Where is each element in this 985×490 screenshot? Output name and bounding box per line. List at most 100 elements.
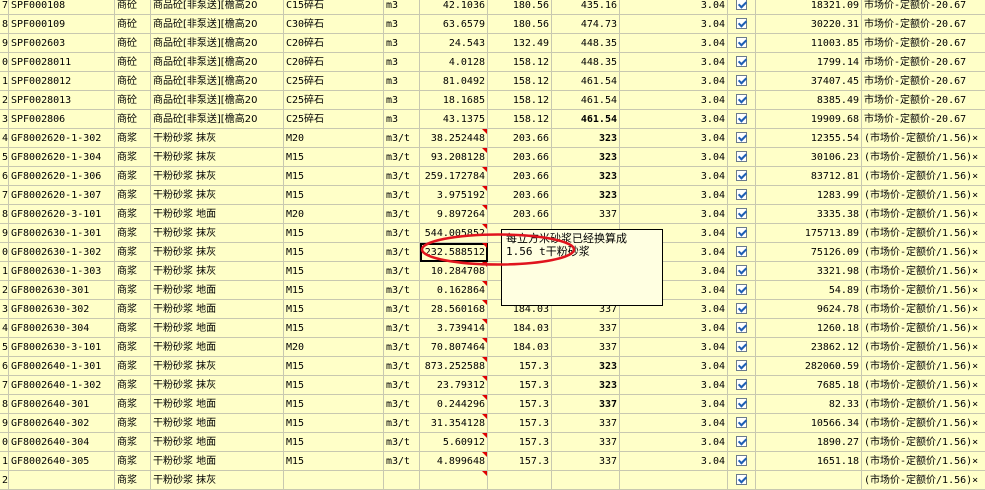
spec-cell[interactable]: C25碎石 <box>284 110 384 129</box>
quantity-cell[interactable]: 232.588512 <box>420 243 488 262</box>
base-price-cell[interactable] <box>488 471 552 490</box>
table-row[interactable]: 7 GF8002620-1-307 商浆 干粉砂浆 抹灰 M15 m3/t 3.975192… <box>0 186 985 205</box>
base-price-cell[interactable]: 158.12 <box>488 110 552 129</box>
name-cell[interactable]: 干粉砂浆 地面 <box>151 433 284 452</box>
amount-cell[interactable]: 75126.09 <box>756 243 862 262</box>
table-row[interactable]: 9 SPF002603 商砼 商品砼[非泵送][檐高20 C20碎石 m3 24.543 13… <box>0 34 985 53</box>
name-cell[interactable]: 商品砼[非泵送][檐高20 <box>151 0 284 15</box>
formula-cell[interactable]: 市场价-定额价-20.67 <box>862 72 985 91</box>
formula-cell[interactable]: 市场价-定额价-20.67 <box>862 110 985 129</box>
checkbox-checked-icon[interactable] <box>736 417 747 428</box>
market-price-cell[interactable] <box>552 471 620 490</box>
coefficient-cell[interactable] <box>620 471 728 490</box>
checkbox-checked-icon[interactable] <box>736 360 747 371</box>
coefficient-cell[interactable]: 3.04 <box>620 129 728 148</box>
coefficient-cell[interactable]: 3.04 <box>620 414 728 433</box>
spec-cell[interactable]: M20 <box>284 129 384 148</box>
include-checkbox[interactable] <box>728 243 756 262</box>
code-cell[interactable]: GF8002630-3-101 <box>9 338 115 357</box>
formula-cell[interactable]: (市场价-定额价/1.56)× <box>862 414 985 433</box>
unit-cell[interactable]: m3/t <box>384 433 420 452</box>
base-price-cell[interactable]: 203.66 <box>488 186 552 205</box>
market-price-cell[interactable]: 448.35 <box>552 34 620 53</box>
quantity-cell[interactable]: 63.6579 <box>420 15 488 34</box>
code-cell[interactable]: SPF000108 <box>9 0 115 15</box>
base-price-cell[interactable]: 180.56 <box>488 15 552 34</box>
code-cell[interactable]: GF8002630-1-303 <box>9 262 115 281</box>
include-checkbox[interactable] <box>728 376 756 395</box>
checkbox-checked-icon[interactable] <box>736 113 747 124</box>
market-price-cell[interactable]: 323 <box>552 167 620 186</box>
base-price-cell[interactable]: 157.3 <box>488 452 552 471</box>
unit-cell[interactable]: m3 <box>384 53 420 72</box>
spec-cell[interactable]: C25碎石 <box>284 72 384 91</box>
category-cell[interactable]: 商浆 <box>115 414 151 433</box>
unit-cell[interactable]: m3/t <box>384 129 420 148</box>
amount-cell[interactable]: 12355.54 <box>756 129 862 148</box>
table-row[interactable]: 3 GF8002630-302 商浆 干粉砂浆 地面 M15 m3/t 28.560168 1… <box>0 300 985 319</box>
formula-cell[interactable]: 市场价-定额价-20.67 <box>862 34 985 53</box>
checkbox-checked-icon[interactable] <box>736 94 747 105</box>
formula-cell[interactable]: (市场价-定额价/1.56)× <box>862 262 985 281</box>
checkbox-checked-icon[interactable] <box>736 474 747 485</box>
table-row[interactable]: 2 商浆 干粉砂浆 抹灰 (市场价-定额价/1.56)× <box>0 471 985 490</box>
quantity-cell[interactable]: 23.79312 <box>420 376 488 395</box>
table-row[interactable]: 3 SPF002806 商砼 商品砼[非泵送][檐高20 C25碎石 m3 43.1375 1… <box>0 110 985 129</box>
table-row[interactable]: 1 SPF0028012 商砼 商品砼[非泵送][檐高20 C25碎石 m3 81.0492… <box>0 72 985 91</box>
category-cell[interactable]: 商砼 <box>115 15 151 34</box>
include-checkbox[interactable] <box>728 452 756 471</box>
market-price-cell[interactable]: 337 <box>552 205 620 224</box>
include-checkbox[interactable] <box>728 186 756 205</box>
table-row[interactable]: 4 GF8002620-1-302 商浆 干粉砂浆 抹灰 M20 m3/t 38.25244… <box>0 129 985 148</box>
checkbox-checked-icon[interactable] <box>736 37 747 48</box>
unit-cell[interactable]: m3/t <box>384 300 420 319</box>
code-cell[interactable]: GF8002640-301 <box>9 395 115 414</box>
coefficient-cell[interactable]: 3.04 <box>620 148 728 167</box>
table-row[interactable]: 0 GF8002630-1-302 商浆 干粉砂浆 抹灰 M15 m3/t 232.5885… <box>0 243 985 262</box>
spec-cell[interactable]: C15碎石 <box>284 0 384 15</box>
coefficient-cell[interactable]: 3.04 <box>620 186 728 205</box>
include-checkbox[interactable] <box>728 34 756 53</box>
category-cell[interactable]: 商浆 <box>115 376 151 395</box>
quantity-cell[interactable]: 873.252588 <box>420 357 488 376</box>
code-cell[interactable]: SPF002806 <box>9 110 115 129</box>
name-cell[interactable]: 商品砼[非泵送][檐高20 <box>151 110 284 129</box>
formula-cell[interactable]: (市场价-定额价/1.56)× <box>862 376 985 395</box>
include-checkbox[interactable] <box>728 414 756 433</box>
table-row[interactable]: 2 SPF0028013 商砼 商品砼[非泵送][檐高20 C25碎石 m3 18.1685… <box>0 91 985 110</box>
include-checkbox[interactable] <box>728 319 756 338</box>
spec-cell[interactable]: M15 <box>284 243 384 262</box>
formula-cell[interactable]: (市场价-定额价/1.56)× <box>862 281 985 300</box>
checkbox-checked-icon[interactable] <box>736 132 747 143</box>
name-cell[interactable]: 商品砼[非泵送][檐高20 <box>151 91 284 110</box>
name-cell[interactable]: 商品砼[非泵送][檐高20 <box>151 15 284 34</box>
amount-cell[interactable]: 82.33 <box>756 395 862 414</box>
include-checkbox[interactable] <box>728 129 756 148</box>
coefficient-cell[interactable]: 3.04 <box>620 205 728 224</box>
table-row[interactable]: 1 GF8002630-1-303 商浆 干粉砂浆 抹灰 M15 m3/t 10.28470… <box>0 262 985 281</box>
table-row[interactable]: 1 GF8002640-305 商浆 干粉砂浆 地面 M15 m3/t 4.899648 15… <box>0 452 985 471</box>
table-row[interactable]: 2GF8002630-301商浆干粉砂浆 地面M15m3/t0.16286418… <box>0 281 985 300</box>
checkbox-checked-icon[interactable] <box>736 75 747 86</box>
name-cell[interactable]: 干粉砂浆 地面 <box>151 205 284 224</box>
formula-cell[interactable]: (市场价-定额价/1.56)× <box>862 243 985 262</box>
amount-cell[interactable]: 83712.81 <box>756 167 862 186</box>
code-cell[interactable] <box>9 471 115 490</box>
code-cell[interactable]: SPF0028013 <box>9 91 115 110</box>
unit-cell[interactable]: m3/t <box>384 319 420 338</box>
name-cell[interactable]: 商品砼[非泵送][檐高20 <box>151 53 284 72</box>
include-checkbox[interactable] <box>728 205 756 224</box>
amount-cell[interactable] <box>756 471 862 490</box>
include-checkbox[interactable] <box>728 338 756 357</box>
code-cell[interactable]: GF8002640-305 <box>9 452 115 471</box>
category-cell[interactable]: 商浆 <box>115 129 151 148</box>
table-row[interactable]: 7 GF8002640-1-302 商浆 干粉砂浆 抹灰 M15 m3/t 23.79312… <box>0 376 985 395</box>
checkbox-checked-icon[interactable] <box>736 227 747 238</box>
amount-cell[interactable]: 282060.59 <box>756 357 862 376</box>
market-price-cell[interactable]: 448.35 <box>552 53 620 72</box>
category-cell[interactable]: 商浆 <box>115 243 151 262</box>
amount-cell[interactable]: 9624.78 <box>756 300 862 319</box>
name-cell[interactable]: 干粉砂浆 抹灰 <box>151 471 284 490</box>
market-price-cell[interactable]: 461.54 <box>552 91 620 110</box>
table-row[interactable]: 6 GF8002620-1-306 商浆 干粉砂浆 抹灰 M15 m3/t 259.1727… <box>0 167 985 186</box>
